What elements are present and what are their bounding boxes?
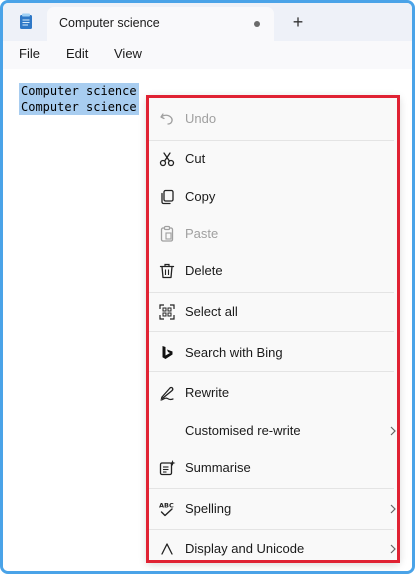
menu-view[interactable]: View [114,46,142,61]
menu-item-undo[interactable]: Undo [149,101,394,137]
menu-item-paste[interactable]: Paste [149,216,394,252]
title-bar: Computer science + [3,3,412,41]
clipboard-icon [160,225,174,242]
menu-divider [149,488,394,489]
caret-up-icon [161,543,173,555]
copy-icon [161,189,174,205]
summarise-icon [159,460,176,476]
new-tab-button[interactable]: + [285,9,311,35]
bing-icon [162,346,173,359]
scissors-icon [159,152,175,167]
display-unicode-label: Display and Unicode [185,541,305,556]
chevron-right-icon [390,544,396,554]
search-bing-label: Search with Bing [185,345,283,360]
rewrite-pen-icon [160,386,174,401]
menu-item-select-all[interactable]: Select all [149,294,394,330]
spelling-label: Spelling [185,501,232,516]
spell-check-icon: ABC [159,502,174,517]
svg-text:ABC: ABC [159,502,174,510]
select-all-label: Select all [185,304,238,319]
menu-divider [149,371,394,372]
menu-bar: File Edit View [3,41,412,69]
rewrite-label: Rewrite [185,385,230,400]
undo-label: Undo [185,111,217,126]
paste-label: Paste [185,226,219,241]
menu-edit[interactable]: Edit [66,46,88,61]
tab-title: Computer science [59,16,160,30]
summarise-label: Summarise [185,460,251,475]
editor-line-2[interactable]: Computer science [19,99,139,115]
menu-divider [149,292,394,293]
notepad-app-icon [20,13,32,29]
trash-icon [159,263,175,279]
menu-item-spelling[interactable]: ABC Spelling [149,491,396,527]
delete-label: Delete [185,263,223,278]
menu-item-customised-rewrite[interactable]: Customised re-write [149,413,396,449]
menu-file[interactable]: File [19,46,40,61]
cut-label: Cut [185,151,206,166]
context-menu: Undo Cut Copy Paste Delete Select all Se… [146,95,400,563]
menu-divider [149,529,394,530]
unsaved-dot-icon[interactable] [254,21,260,27]
editor-line-1[interactable]: Computer science [19,83,139,99]
menu-item-search-bing[interactable]: Search with Bing [149,335,394,371]
menu-divider [149,331,394,332]
undo-icon [160,113,173,125]
menu-item-cut[interactable]: Cut [149,141,394,177]
menu-item-copy[interactable]: Copy [149,179,394,215]
menu-item-summarise[interactable]: Summarise [149,450,394,486]
menu-item-delete[interactable]: Delete [149,253,394,289]
menu-item-display-unicode[interactable]: Display and Unicode [149,531,396,567]
chevron-right-icon [390,426,396,436]
tab-computer-science[interactable]: Computer science [47,7,274,41]
menu-item-rewrite[interactable]: Rewrite [149,375,394,411]
copy-label: Copy [185,189,216,204]
select-all-icon [159,304,175,320]
customised-rewrite-label: Customised re-write [185,423,301,438]
chevron-right-icon [390,504,396,514]
